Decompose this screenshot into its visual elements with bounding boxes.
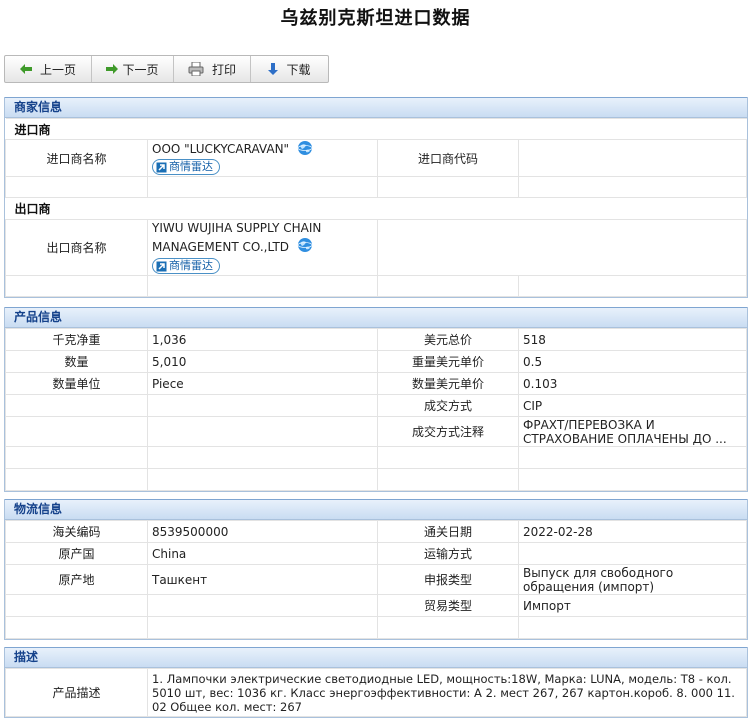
merchant-header: 商家信息 [5,97,747,118]
exporter-name-label: 出口商名称 [5,219,148,276]
total-usd-value: 518 [518,328,747,351]
logistics-panel: 物流信息 海关编码 8539500000 通关日期 2022-02-28 原产国… [4,499,748,640]
globe-icon[interactable] [297,237,313,258]
qty-unit-price-label: 数量美元单价 [377,372,519,395]
description-header: 描述 [5,647,747,668]
radar-arrow-icon [156,261,167,272]
description-text: 1. Лампочки электрические светодиодные L… [147,668,747,717]
deal-label: 成交方式 [377,394,519,417]
hs-code-value: 8539500000 [147,520,378,543]
prev-page-button[interactable]: 上一页 [5,56,92,82]
exporter-radar-button[interactable]: 商情雷达 [152,258,220,274]
weight-unit-price-label: 重量美元单价 [377,350,519,373]
trade-type-label: 贸易类型 [377,594,519,617]
importer-name-label: 进口商名称 [5,139,148,177]
toolbar: 上一页 下一页 打印 下载 [4,55,329,83]
arrow-right-icon [106,64,119,74]
exporter-name-cell: YIWU WUJIHA SUPPLY CHAIN MANAGEMENT CO.,… [147,219,378,276]
qty-value: 5,010 [147,350,378,373]
importer-name-cell: OOO "LUCKYCARAVAN" 商情雷达 [147,139,378,177]
qty-unit-value: Piece [147,372,378,395]
origin-country-label: 原产国 [5,542,148,565]
logistics-header: 物流信息 [5,499,747,520]
hs-code-label: 海关编码 [5,520,148,543]
clear-date-label: 通关日期 [377,520,519,543]
weight-label: 千克净重 [5,328,148,351]
description-panel: 描述 产品描述 1. Лампочки электрические светод… [4,647,748,718]
trade-type-value: Импорт [518,594,747,617]
product-header: 产品信息 [5,307,747,328]
print-button[interactable]: 打印 [174,56,251,82]
origin-place-label: 原产地 [5,564,148,595]
qty-unit-label: 数量单位 [5,372,148,395]
arrow-down-icon [268,63,279,75]
transport-value [518,542,747,565]
importer-name: OOO "LUCKYCARAVAN" [152,142,290,157]
product-panel: 产品信息 千克净重 1,036 美元总价 518 数量 5,010 重量美元单价… [4,307,748,492]
radar-arrow-icon [156,162,167,173]
weight-value: 1,036 [147,328,378,351]
exporter-section: 出口商 [5,197,747,220]
printer-icon [188,62,204,76]
origin-country-value: China [147,542,378,565]
arrow-left-icon [19,64,32,74]
download-button[interactable]: 下载 [251,56,328,82]
importer-radar-button[interactable]: 商情雷达 [152,159,220,176]
weight-unit-price-value: 0.5 [518,350,747,373]
importer-section: 进口商 [5,118,747,140]
description-label: 产品描述 [5,668,148,717]
importer-code-label: 进口商代码 [377,139,519,177]
next-page-button[interactable]: 下一页 [92,56,174,82]
declare-type-value: Выпуск для свободного обращения (импорт) [518,564,747,595]
deal-note-value: ФРАХТ/ПЕРЕВОЗКА И СТРАХОВАНИЕ ОПЛАЧЕНЫ Д… [518,416,747,447]
deal-note-label: 成交方式注释 [377,416,519,447]
importer-code [518,139,747,177]
clear-date-value: 2022-02-28 [518,520,747,543]
transport-label: 运输方式 [377,542,519,565]
qty-label: 数量 [5,350,148,373]
merchant-panel: 商家信息 进口商 进口商名称 OOO "LUCKYCARAVAN" 商情雷达 进… [4,97,748,298]
page-title: 乌兹别克斯坦进口数据 [280,8,471,29]
globe-icon[interactable] [297,141,313,160]
deal-value: CIP [518,394,747,417]
declare-type-label: 申报类型 [377,564,519,595]
origin-place-value: Ташкент [147,564,378,595]
qty-unit-price-value: 0.103 [518,372,747,395]
total-usd-label: 美元总价 [377,328,519,351]
